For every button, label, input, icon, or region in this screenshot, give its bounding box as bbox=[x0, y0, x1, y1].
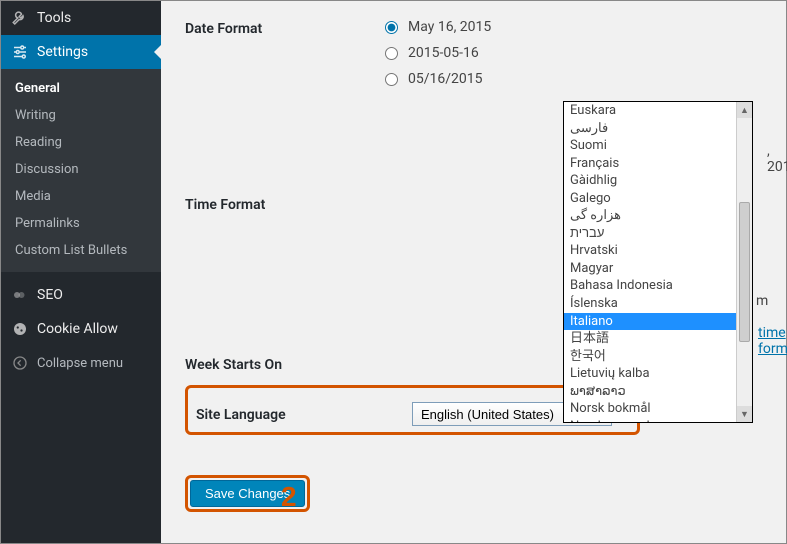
row-date-format: Date Format May 16, 2015 2015-05-16 05/1… bbox=[185, 19, 762, 97]
collapse-icon bbox=[11, 354, 29, 372]
sidebar-item-settings[interactable]: Settings bbox=[1, 35, 161, 69]
language-option[interactable]: فارسی bbox=[564, 120, 752, 138]
submenu-custom-list-bullets[interactable]: Custom List Bullets bbox=[1, 237, 161, 264]
date-option-2[interactable]: 2015-05-16 bbox=[385, 45, 762, 61]
sidebar-item-label: Settings bbox=[37, 44, 88, 60]
scroll-up-icon[interactable]: ▲ bbox=[737, 102, 752, 118]
language-option[interactable]: ພາສາລາວ bbox=[564, 383, 752, 401]
label-date-format: Date Format bbox=[185, 19, 385, 37]
collapse-menu[interactable]: Collapse menu bbox=[1, 346, 161, 380]
sidebar-item-tools[interactable]: Tools bbox=[1, 1, 161, 35]
time-formatting-link-wrap: time formatting. bbox=[758, 325, 787, 357]
language-option[interactable]: עברית bbox=[564, 225, 752, 243]
language-dropdown[interactable]: EuskaraفارسیSuomiFrançaisGàidhligGalegoه… bbox=[563, 101, 753, 423]
time-fragment-m: m bbox=[756, 293, 768, 309]
language-option[interactable]: Magyar bbox=[564, 260, 752, 278]
date-option-3-label: 05/16/2015 bbox=[408, 71, 483, 87]
sliders-icon bbox=[11, 43, 29, 61]
submenu-reading[interactable]: Reading bbox=[1, 129, 161, 156]
callout-2: 2 bbox=[281, 481, 297, 513]
language-option[interactable]: Euskara bbox=[564, 102, 752, 120]
language-option[interactable]: Lietuvių kalba bbox=[564, 365, 752, 383]
dropdown-scrollbar[interactable]: ▲ ▼ bbox=[736, 102, 752, 422]
settings-submenu: General Writing Reading Discussion Media… bbox=[1, 69, 161, 272]
date-option-1[interactable]: May 16, 2015 bbox=[385, 19, 762, 35]
sidebar-item-cookie-allow[interactable]: Cookie Allow bbox=[1, 312, 161, 346]
language-option[interactable]: Italiano bbox=[564, 313, 752, 331]
scroll-down-icon[interactable]: ▼ bbox=[737, 406, 752, 422]
cookie-icon bbox=[11, 320, 29, 338]
wrench-icon bbox=[11, 9, 29, 27]
sidebar-item-label: SEO bbox=[37, 287, 63, 303]
language-option[interactable]: Bahasa Indonesia bbox=[564, 277, 752, 295]
admin-sidebar: Tools Settings General Writing Reading D… bbox=[1, 1, 161, 543]
collapse-label: Collapse menu bbox=[37, 356, 123, 371]
language-option[interactable]: هزاره گی bbox=[564, 207, 752, 225]
submenu-permalinks[interactable]: Permalinks bbox=[1, 210, 161, 237]
submenu-media[interactable]: Media bbox=[1, 183, 161, 210]
language-option[interactable]: 한국어 bbox=[564, 348, 752, 366]
submenu-general[interactable]: General bbox=[1, 75, 161, 102]
date-fragment-2015: , 2015 bbox=[767, 143, 787, 175]
submenu-discussion[interactable]: Discussion bbox=[1, 156, 161, 183]
language-option[interactable]: Gàidhlig bbox=[564, 172, 752, 190]
submenu-writing[interactable]: Writing bbox=[1, 102, 161, 129]
radio-date-2[interactable] bbox=[385, 47, 398, 60]
language-option[interactable]: Galego bbox=[564, 190, 752, 208]
language-option[interactable]: 日本語 bbox=[564, 330, 752, 348]
language-option[interactable]: Hrvatski bbox=[564, 242, 752, 260]
language-option[interactable]: Norsk nynorsk bbox=[564, 418, 752, 422]
language-option[interactable]: Íslenska bbox=[564, 295, 752, 313]
sidebar-item-label: Tools bbox=[37, 10, 71, 26]
date-option-3[interactable]: 05/16/2015 bbox=[385, 71, 762, 87]
date-option-2-label: 2015-05-16 bbox=[408, 45, 479, 61]
scroll-thumb[interactable] bbox=[739, 202, 750, 342]
main-content: Date Format May 16, 2015 2015-05-16 05/1… bbox=[161, 1, 786, 543]
label-time-format: Time Format bbox=[185, 195, 385, 213]
time-formatting-link[interactable]: time formatting bbox=[758, 325, 787, 357]
radio-date-3[interactable] bbox=[385, 73, 398, 86]
language-option[interactable]: Français bbox=[564, 155, 752, 173]
radio-date-1[interactable] bbox=[385, 21, 398, 34]
date-option-1-label: May 16, 2015 bbox=[408, 19, 491, 35]
label-week-starts: Week Starts On bbox=[185, 355, 385, 373]
sidebar-item-seo[interactable]: SEO bbox=[1, 278, 161, 312]
language-option[interactable]: Suomi bbox=[564, 137, 752, 155]
language-option[interactable]: Norsk bokmål bbox=[564, 400, 752, 418]
language-dropdown-list: EuskaraفارسیSuomiFrançaisGàidhligGalegoه… bbox=[564, 102, 752, 422]
seo-icon bbox=[11, 286, 29, 304]
sidebar-item-label: Cookie Allow bbox=[37, 321, 118, 337]
label-site-language: Site Language bbox=[196, 405, 412, 423]
